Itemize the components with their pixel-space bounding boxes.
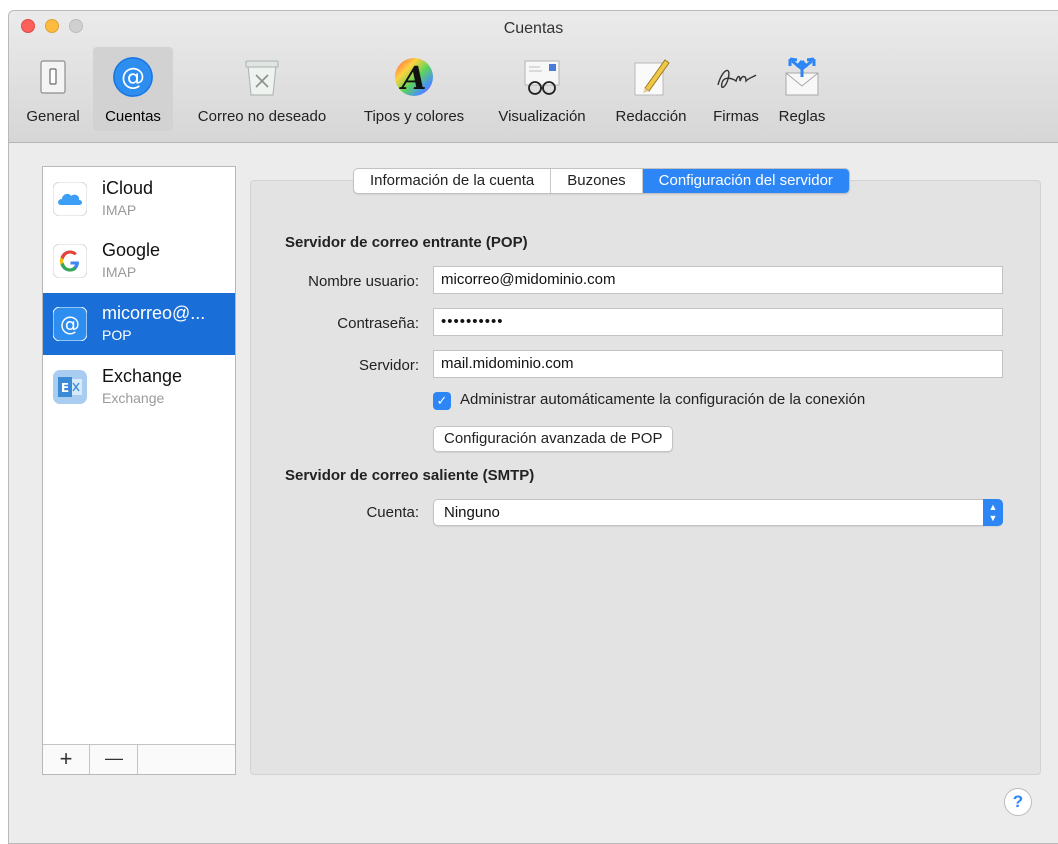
pencil-icon <box>634 59 670 96</box>
username-label: Nombre usuario: <box>308 273 419 290</box>
account-item-exchange[interactable]: E Exchange Exchange <box>43 356 235 418</box>
junk-bin-icon <box>245 60 279 96</box>
tab-mailboxes[interactable]: Buzones <box>551 169 643 193</box>
smtp-account-value: Ninguno <box>444 504 500 521</box>
at-icon: @ <box>113 57 153 97</box>
server-field[interactable]: mail.midominio.com <box>433 350 1003 378</box>
svg-text:E: E <box>61 381 69 395</box>
toolbar-label: Correo no deseado <box>197 108 327 125</box>
font-colors-icon: A <box>395 58 433 97</box>
account-name: Google <box>102 240 161 260</box>
window-title: Cuentas <box>503 20 564 37</box>
toolbar-rules[interactable]: Reglas <box>771 47 833 131</box>
toolbar-cuentas[interactable]: @ Cuentas <box>93 47 173 131</box>
toolbar-label: Reglas <box>778 108 826 125</box>
signature-icon <box>717 69 757 89</box>
remove-account-button[interactable]: — <box>91 745 138 774</box>
account-type: IMAP <box>102 202 137 218</box>
outgoing-server-heading: Servidor de correo saliente (SMTP) <box>285 467 535 484</box>
account-type: POP <box>102 327 132 343</box>
toolbar-label: Firmas <box>713 108 759 125</box>
rules-icon <box>785 57 819 96</box>
auto-manage-label[interactable]: Administrar automáticamente la configura… <box>460 391 865 408</box>
password-label: Contraseña: <box>337 315 419 332</box>
toolbar-composing[interactable]: Redacción <box>603 47 699 131</box>
toolbar-fonts-colors[interactable]: A Tipos y colores <box>351 47 477 131</box>
help-button[interactable]: ? <box>1004 788 1032 816</box>
incoming-server-heading: Servidor de correo entrante (POP) <box>285 234 528 251</box>
toolbar-label: Tipos y colores <box>363 108 465 125</box>
account-name: Exchange <box>102 366 183 386</box>
toolbar-label: General <box>26 108 80 125</box>
account-item-micorreo[interactable]: @ micorreo@... POP <box>43 293 235 355</box>
toolbar-label: Cuentas <box>105 108 161 125</box>
accounts-list-footer: + — <box>43 744 235 774</box>
settings-tabs: Información de la cuenta Buzones Configu… <box>353 168 850 194</box>
toolbar-junk[interactable]: Correo no deseado <box>177 47 347 131</box>
account-type: IMAP <box>102 264 137 280</box>
icloud-icon <box>53 182 87 216</box>
toolbar-viewing[interactable]: Visualización <box>485 47 599 131</box>
svg-text:@: @ <box>121 63 145 91</box>
add-account-button[interactable]: + <box>43 745 90 774</box>
server-label: Servidor: <box>358 357 419 374</box>
username-field[interactable]: micorreo@midominio.com <box>433 266 1003 294</box>
exchange-icon: E <box>53 370 87 404</box>
account-type: Exchange <box>102 390 165 406</box>
account-name: iCloud <box>102 178 154 198</box>
smtp-account-select[interactable]: Ninguno ▲ ▼ <box>433 499 1003 526</box>
advanced-pop-settings-button[interactable]: Configuración avanzada de POP <box>433 426 674 452</box>
tab-account-information[interactable]: Información de la cuenta <box>354 169 552 193</box>
tab-server-settings[interactable]: Configuración del servidor <box>642 169 849 193</box>
switch-icon <box>40 60 66 94</box>
svg-text:@: @ <box>60 312 80 336</box>
titlebar: Cuentas General @ Cuentas Correo no dese… <box>9 11 1058 143</box>
password-field[interactable]: •••••••••• <box>433 308 1003 336</box>
google-icon <box>53 244 87 278</box>
smtp-account-label: Cuenta: <box>366 504 419 521</box>
toolbar-signatures[interactable]: Firmas <box>703 47 769 131</box>
accounts-list: iCloud IMAP Google IMAP @ micorreo@... P… <box>42 166 236 775</box>
at-icon: @ <box>53 307 87 341</box>
toolbar-general[interactable]: General <box>17 47 89 131</box>
account-name: micorreo@... <box>102 303 206 323</box>
account-item-google[interactable]: Google IMAP <box>43 230 235 292</box>
preferences-window: Cuentas General @ Cuentas Correo no dese… <box>8 10 1058 844</box>
glasses-icon <box>524 60 560 95</box>
auto-manage-checkbox[interactable]: ✓ <box>433 392 451 410</box>
account-item-icloud[interactable]: iCloud IMAP <box>43 168 235 230</box>
chevron-updown-icon: ▲ ▼ <box>983 499 1003 526</box>
svg-text:A: A <box>399 59 427 97</box>
toolbar-label: Redacción <box>615 108 687 125</box>
toolbar-label: Visualización <box>498 108 586 125</box>
